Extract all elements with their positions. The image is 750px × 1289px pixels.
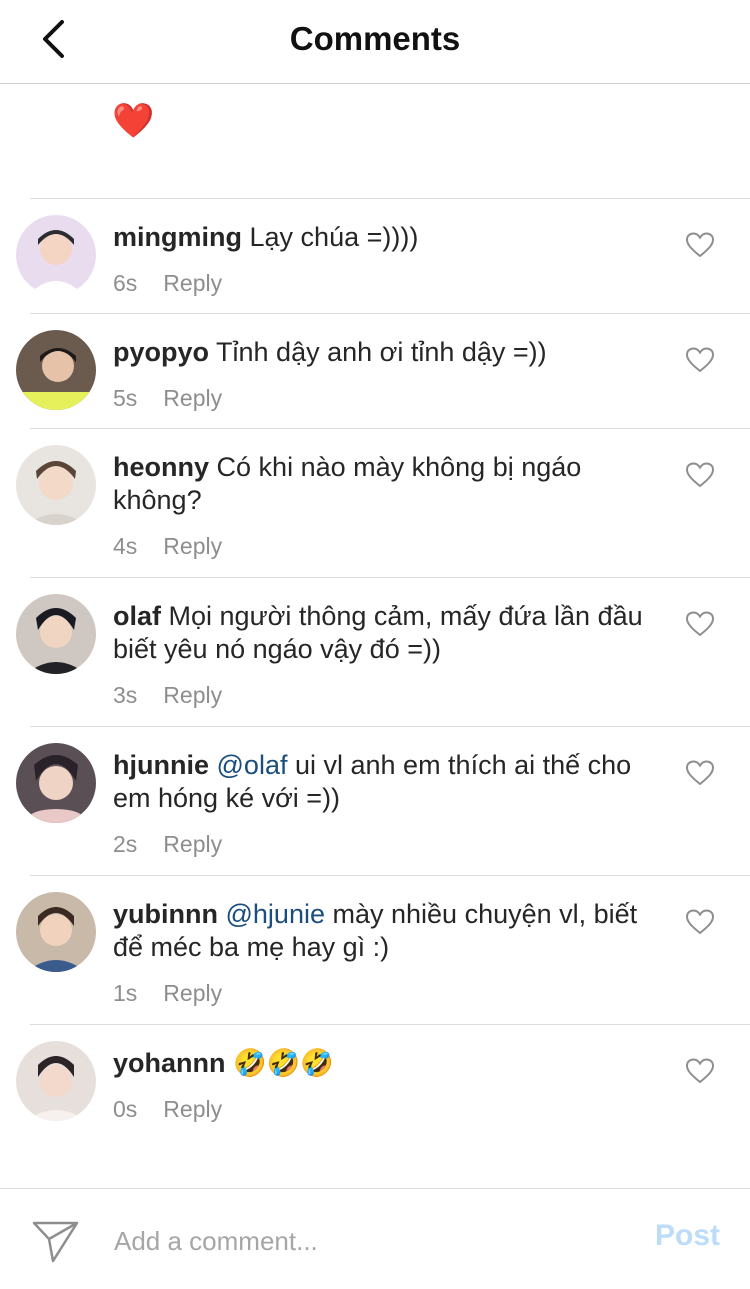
comment-username[interactable]: hjunnie (113, 750, 209, 780)
heart-icon (685, 909, 715, 935)
comment-text: yohannn 🤣🤣🤣 (113, 1047, 653, 1080)
heart-icon (685, 232, 715, 258)
comment-time: 3s (113, 682, 138, 708)
comment-body: Mọi người thông cảm, mấy đứa lần đầu biế… (113, 601, 643, 664)
post-button[interactable]: Post (655, 1219, 720, 1253)
avatar[interactable] (16, 892, 96, 972)
like-button[interactable] (685, 347, 715, 373)
post-caption: ❤️ (112, 102, 155, 140)
divider (30, 198, 750, 199)
avatar[interactable] (16, 594, 96, 674)
comment-time: 6s (113, 270, 138, 296)
avatar[interactable] (16, 445, 96, 525)
comment-username[interactable]: mingming (113, 222, 242, 252)
comment-mention[interactable]: @olaf (217, 750, 288, 780)
heart-icon (685, 611, 715, 637)
comment-meta: 0s Reply (113, 1096, 222, 1123)
reply-button[interactable]: Reply (163, 270, 222, 296)
comment-meta: 2s Reply (113, 831, 222, 858)
divider (30, 726, 750, 727)
comment-text: pyopyo Tỉnh dậy anh ơi tỉnh dậy =)) (113, 336, 653, 369)
comment-time: 1s (113, 980, 138, 1006)
heart-icon (685, 462, 715, 488)
comment-text: hjunnie @olaf ui vl anh em thích ai thế … (113, 749, 653, 815)
like-button[interactable] (685, 1058, 715, 1084)
comment-time: 5s (113, 385, 138, 411)
comment-mention[interactable]: @hjunie (226, 899, 325, 929)
like-button[interactable] (685, 760, 715, 786)
page-title: Comments (289, 20, 461, 57)
like-button[interactable] (685, 462, 715, 488)
divider (30, 428, 750, 429)
like-button[interactable] (685, 909, 715, 935)
comment-meta: 5s Reply (113, 385, 222, 412)
like-button[interactable] (685, 611, 715, 637)
comment-time: 2s (113, 831, 138, 857)
comment-text: mingming Lạy chúa =)))) (113, 221, 653, 254)
comment-body: Lạy chúa =)))) (249, 222, 419, 252)
comment-body: 🤣🤣🤣 (233, 1048, 334, 1078)
comment-time: 0s (113, 1096, 138, 1122)
send-button[interactable] (31, 1217, 81, 1265)
comment-username[interactable]: heonny (113, 452, 209, 482)
header-bar: Comments (0, 0, 750, 84)
heart-icon (685, 347, 715, 373)
comment-text: yubinnn @hjunie mày nhiều chuyện vl, biế… (113, 898, 653, 964)
divider (30, 1024, 750, 1025)
like-button[interactable] (685, 232, 715, 258)
comment-meta: 6s Reply (113, 270, 222, 297)
avatar[interactable] (16, 330, 96, 410)
comment-meta: 3s Reply (113, 682, 222, 709)
comment-username[interactable]: yohannn (113, 1048, 226, 1078)
heart-icon (685, 1058, 715, 1084)
divider (30, 577, 750, 578)
avatar[interactable] (16, 215, 96, 295)
comment-composer: Post (0, 1188, 750, 1289)
reply-button[interactable]: Reply (163, 533, 222, 559)
heart-icon (685, 760, 715, 786)
comment-time: 4s (113, 533, 138, 559)
divider (30, 313, 750, 314)
comment-meta: 1s Reply (113, 980, 222, 1007)
avatar[interactable] (16, 1041, 96, 1121)
comment-username[interactable]: pyopyo (113, 337, 209, 367)
comment-username[interactable]: yubinnn (113, 899, 218, 929)
reply-button[interactable]: Reply (163, 1096, 222, 1122)
divider (30, 875, 750, 876)
comment-text: olaf Mọi người thông cảm, mấy đứa lần đầ… (113, 600, 653, 666)
reply-button[interactable]: Reply (163, 385, 222, 411)
reply-button[interactable]: Reply (163, 980, 222, 1006)
comment-body: Tỉnh dậy anh ơi tỉnh dậy =)) (216, 337, 547, 367)
reply-button[interactable]: Reply (163, 682, 222, 708)
comment-username[interactable]: olaf (113, 601, 161, 631)
avatar[interactable] (16, 743, 96, 823)
comment-input[interactable] (114, 1221, 614, 1261)
comment-text: heonny Có khi nào mày không bị ngáo khôn… (113, 451, 653, 517)
comment-meta: 4s Reply (113, 533, 222, 560)
paper-plane-icon (32, 1221, 79, 1263)
reply-button[interactable]: Reply (163, 831, 222, 857)
